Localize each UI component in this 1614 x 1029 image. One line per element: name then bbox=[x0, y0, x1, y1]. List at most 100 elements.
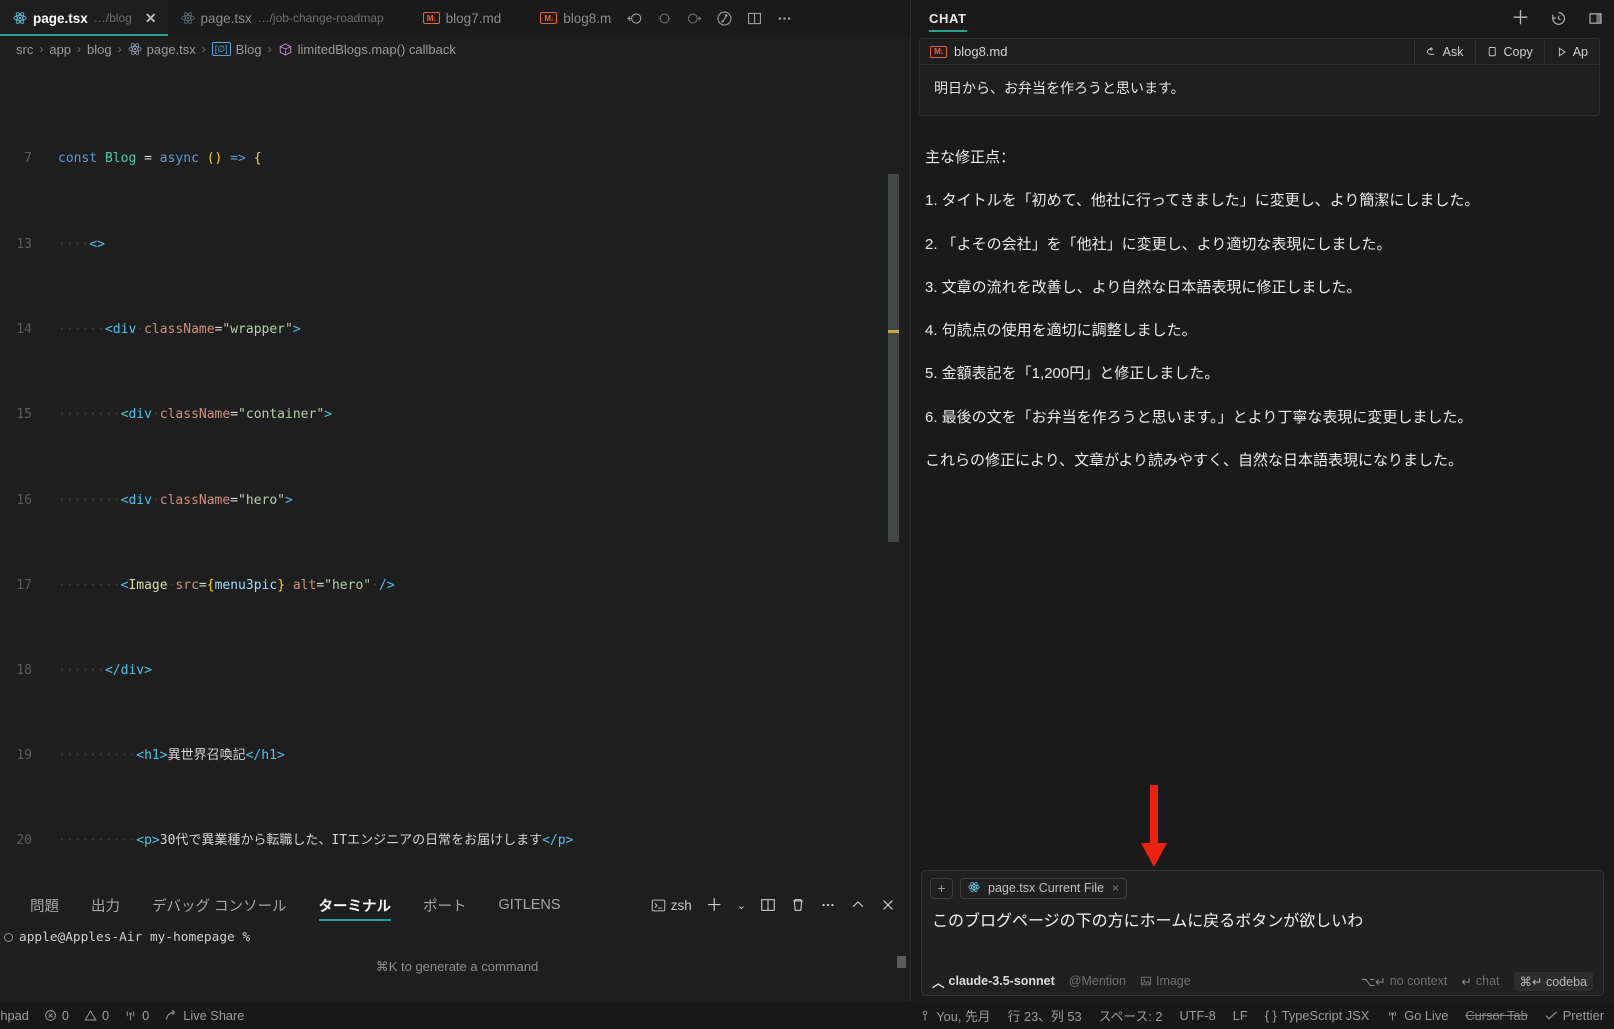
symbol-variable-icon: [∅] bbox=[211, 42, 231, 56]
circle-chevron-right-icon[interactable] bbox=[686, 10, 703, 27]
panel-tab-debug-console[interactable]: デバッグ コンソール bbox=[136, 884, 303, 926]
terminal-shell-label: zsh bbox=[670, 897, 692, 913]
ask-label: Ask bbox=[1442, 44, 1464, 59]
chat-panel: CHAT ＋ M↓ blog8.md Ask Copy Ap 明日から、お弁当を… bbox=[910, 0, 1614, 1002]
chat-option-label: chat bbox=[1475, 974, 1500, 988]
chat-message-line: 主な修正点： bbox=[925, 149, 1016, 166]
new-chat-icon[interactable]: ＋ bbox=[1511, 9, 1530, 28]
tab-page-tsx-blog[interactable]: page.tsx …/blog ✕ bbox=[0, 0, 168, 36]
model-selector[interactable]: ︿ claude-3.5-sonnet bbox=[932, 972, 1055, 991]
history-icon[interactable] bbox=[1550, 10, 1567, 27]
status-bar-right: You, 先月 行 23、列 53 スペース: 2 UTF-8 LF { } T… bbox=[919, 1006, 1604, 1025]
breadcrumb-item-page-tsx[interactable]: page.tsx bbox=[147, 42, 196, 57]
error-count: 0 bbox=[61, 1008, 69, 1023]
chat-code-card-actions: Ask Copy Ap bbox=[1413, 38, 1599, 65]
status-cursor-tab[interactable]: Cursor Tab bbox=[1465, 1008, 1527, 1023]
status-prettier[interactable]: Prettier bbox=[1545, 1008, 1604, 1023]
split-terminal-icon[interactable] bbox=[760, 897, 776, 913]
apply-button[interactable]: Ap bbox=[1543, 38, 1599, 65]
terminal-scrollbar[interactable] bbox=[897, 956, 906, 968]
breadcrumb-item-blog-symbol[interactable]: Blog bbox=[236, 42, 262, 57]
chat-input-text[interactable]: このブログページの下の方にホームに戻るボタンが欲しいわ bbox=[930, 899, 1595, 967]
context-chip-current-file[interactable]: page.tsx Current File × bbox=[960, 877, 1128, 899]
live-share-icon bbox=[164, 1009, 178, 1023]
chat-title: CHAT bbox=[929, 0, 967, 36]
status-warnings[interactable]: 0 bbox=[84, 1008, 109, 1023]
status-live-share[interactable]: Live Share bbox=[164, 1008, 244, 1023]
status-language-mode[interactable]: { } TypeScript JSX bbox=[1265, 1008, 1370, 1023]
chat-option[interactable]: ↵ chat bbox=[1461, 974, 1499, 989]
main-area: page.tsx …/blog ✕ page.tsx …/job-change-… bbox=[0, 0, 1614, 1002]
layout-icon[interactable] bbox=[1587, 10, 1604, 27]
chevron-left-circle-icon[interactable] bbox=[626, 10, 643, 27]
panel-tab-output[interactable]: 出力 bbox=[75, 884, 136, 926]
status-indentation[interactable]: スペース: 2 bbox=[1099, 1006, 1163, 1025]
terminal-prompt-text: apple@Apples-Air my-homepage % bbox=[19, 930, 251, 945]
breadcrumb-item-callback[interactable]: limitedBlogs.map() callback bbox=[298, 42, 456, 57]
mention-label: @Mention bbox=[1068, 974, 1126, 988]
maximize-panel-icon[interactable] bbox=[850, 897, 866, 913]
close-icon[interactable]: ✕ bbox=[145, 11, 157, 25]
breadcrumb[interactable]: src › app › blog › page.tsx › [∅] Blog ›… bbox=[0, 36, 910, 62]
status-git-blame[interactable]: You, 先月 bbox=[919, 1006, 991, 1025]
chevron-right-icon: › bbox=[77, 42, 82, 56]
warning-icon bbox=[84, 1009, 97, 1022]
editor-toolbar bbox=[622, 0, 802, 36]
tab-blog8-m[interactable]: M↓ blog8.m bbox=[512, 0, 623, 36]
panel-tab-terminal[interactable]: ターミナル bbox=[303, 884, 408, 926]
codebase-option[interactable]: ⌘↵ codeba bbox=[1513, 971, 1593, 991]
code-editor[interactable]: 7 const Blog = async () => { 13 ····<> 14… bbox=[0, 62, 910, 884]
prettier-label: Prettier bbox=[1562, 1008, 1604, 1023]
sticky-scroll-line: 7 const Blog = async () => { bbox=[0, 147, 910, 171]
new-terminal-icon[interactable]: ＋ bbox=[706, 897, 723, 914]
breadcrumb-item-app[interactable]: app bbox=[49, 42, 71, 57]
line-number: 14 bbox=[16, 322, 32, 338]
run-debug-icon[interactable] bbox=[716, 10, 733, 27]
terminal-output[interactable]: apple@Apples-Air my-homepage % ⌘K to gen… bbox=[0, 926, 910, 1002]
editor-column: page.tsx …/blog ✕ page.tsx …/job-change-… bbox=[0, 0, 910, 1002]
terminal-shell-selector[interactable]: zsh bbox=[651, 898, 692, 913]
panel-tab-list: 問題 出力 デバッグ コンソール ターミナル ポート GITLENS zsh ＋… bbox=[0, 884, 910, 926]
no-context-option[interactable]: ⌥↵ no context bbox=[1361, 974, 1448, 989]
circle-icon[interactable] bbox=[656, 10, 673, 27]
split-editor-icon[interactable] bbox=[746, 10, 763, 27]
status-errors[interactable]: 0 bbox=[44, 1008, 69, 1023]
add-context-button[interactable]: + bbox=[930, 877, 953, 899]
kill-terminal-icon[interactable] bbox=[790, 897, 806, 913]
status-cursor-position[interactable]: 行 23、列 53 bbox=[1008, 1006, 1082, 1025]
chat-code-card: M↓ blog8.md Ask Copy Ap 明日から、お弁当を作ろうと思いま… bbox=[919, 38, 1600, 116]
status-ports[interactable]: 0 bbox=[124, 1008, 149, 1023]
panel-tab-problems[interactable]: 問題 bbox=[14, 884, 75, 926]
terminal-ai-hint: ⌘K to generate a command bbox=[375, 959, 539, 974]
tab-filepath: …/blog bbox=[93, 11, 132, 25]
line-number: 15 bbox=[16, 407, 32, 423]
panel-tab-ports[interactable]: ポート bbox=[407, 884, 483, 926]
tab-page-tsx-job-change-roadmap[interactable]: page.tsx …/job-change-roadmap bbox=[167, 0, 395, 36]
close-icon[interactable]: × bbox=[1112, 881, 1119, 895]
apply-icon bbox=[1556, 46, 1568, 58]
ask-button[interactable]: Ask bbox=[1413, 38, 1475, 65]
breadcrumb-item-src[interactable]: src bbox=[16, 42, 33, 57]
chevron-down-icon[interactable]: ⌄ bbox=[737, 899, 746, 912]
status-encoding[interactable]: UTF-8 bbox=[1179, 1008, 1215, 1023]
chat-input-box[interactable]: + page.tsx Current File × このブログページの下の方にホ… bbox=[921, 869, 1604, 996]
image-button[interactable]: Image bbox=[1140, 974, 1191, 988]
close-panel-icon[interactable] bbox=[880, 897, 896, 913]
tab-blog7-md[interactable]: M↓ blog7.md bbox=[394, 0, 513, 36]
breadcrumb-item-blog[interactable]: blog bbox=[87, 42, 112, 57]
terminal-status-icon bbox=[4, 933, 13, 942]
panel-tab-gitlens[interactable]: GITLENS bbox=[483, 884, 577, 926]
copy-button[interactable]: Copy bbox=[1474, 38, 1544, 65]
line-number: 13 bbox=[16, 237, 32, 253]
status-scratchpad[interactable]: chpad bbox=[0, 1008, 29, 1023]
chat-messages[interactable]: M↓ blog8.md Ask Copy Ap 明日から、お弁当を作ろうと思いま… bbox=[911, 36, 1614, 870]
ports-count: 0 bbox=[142, 1008, 150, 1023]
editor-scrollbar[interactable] bbox=[888, 174, 899, 542]
status-eol[interactable]: LF bbox=[1233, 1008, 1248, 1023]
line-number: 7 bbox=[24, 151, 32, 167]
status-go-live[interactable]: Go Live bbox=[1386, 1008, 1448, 1023]
more-actions-icon[interactable] bbox=[820, 897, 836, 913]
more-actions-icon[interactable] bbox=[776, 10, 793, 27]
markdown-icon: M↓ bbox=[930, 45, 947, 58]
mention-button[interactable]: @Mention bbox=[1069, 974, 1126, 988]
